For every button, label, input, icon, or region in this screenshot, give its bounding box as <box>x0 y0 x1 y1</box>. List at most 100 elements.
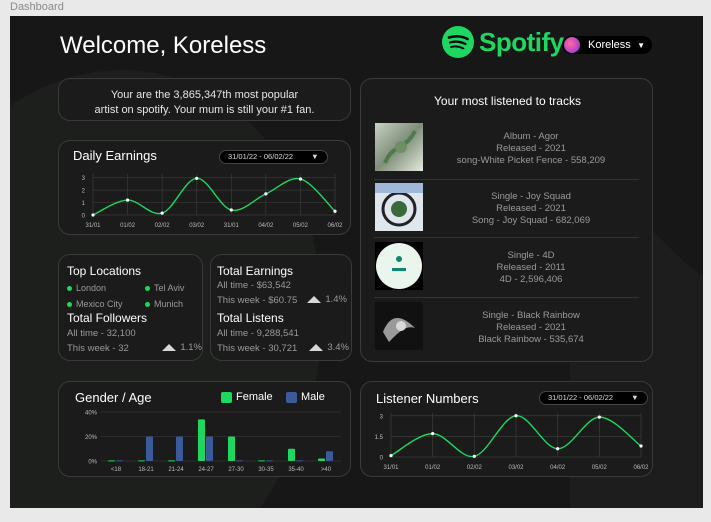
bar <box>296 460 303 462</box>
location-item: Mexico City <box>67 296 145 312</box>
x-tick-label: 31/01 <box>383 465 399 471</box>
x-tick-label: 01/02 <box>425 465 441 471</box>
frame-label: Dashboard <box>10 1 64 13</box>
x-tick-label: 04/02 <box>550 465 566 471</box>
track-line: Released - 2021 <box>496 203 566 214</box>
listener-numbers-card: Listener Numbers 31/01/22 - 06/02/22 ▼ 0… <box>360 381 653 477</box>
popularity-line-2: artist on spotify. Your mum is still you… <box>94 104 315 116</box>
listens-change-value: 3.4% <box>327 342 349 353</box>
earnings-listens-card: Total Earnings All time - $63,542 This w… <box>210 254 352 361</box>
track-line: Released - 2021 <box>496 322 566 333</box>
y-tick-label: 0% <box>88 460 97 466</box>
data-point <box>298 177 303 181</box>
y-tick-label: 3 <box>82 176 86 182</box>
total-listens-title: Total Listens <box>217 311 284 325</box>
track-line: 4D - 2,596,406 <box>499 274 563 285</box>
trend-up-icon <box>307 295 322 303</box>
location-dot-icon <box>145 286 150 292</box>
data-point <box>125 198 130 202</box>
bar <box>258 460 265 462</box>
trend-up-icon <box>162 343 177 351</box>
bar <box>198 419 205 461</box>
followers-all-time: All time - 32,100 <box>67 328 136 339</box>
bar <box>206 436 213 461</box>
location-label: Tel Aviv <box>154 283 185 293</box>
track-line: Single - 4D <box>507 250 555 261</box>
bar <box>146 436 153 461</box>
location-label: Mexico City <box>76 299 123 309</box>
earnings-change: 1.4% <box>307 294 347 305</box>
divider <box>374 297 639 298</box>
x-tick-label: 05/02 <box>293 223 309 229</box>
earnings-all-time: All time - $63,542 <box>217 280 291 291</box>
x-tick-label: 21-24 <box>168 467 184 473</box>
data-point <box>389 454 393 458</box>
data-point <box>160 211 164 215</box>
track-info-2[interactable]: Single - Joy Squad Released - 2021 Song … <box>401 191 661 227</box>
daily-earnings-card: Daily Earnings 31/01/22 - 06/02/22 ▼ 012… <box>58 140 351 235</box>
top-locations-title: Top Locations <box>67 264 142 278</box>
x-tick-label: 30-35 <box>258 467 274 473</box>
location-item: Munich <box>145 299 183 309</box>
x-tick-label: 02/02 <box>155 223 171 229</box>
x-tick-label: 31/01 <box>224 223 240 229</box>
user-name: Koreless <box>588 39 631 51</box>
data-point <box>514 414 518 418</box>
data-point <box>472 454 476 458</box>
spotify-logo: Spotify <box>442 26 564 58</box>
x-tick-label: <18 <box>111 467 122 473</box>
x-tick-label: 04/02 <box>258 223 274 229</box>
y-tick-label: 20% <box>85 435 98 441</box>
gender-age-chart: 0% 20% 40% <18 18-21 21-24 24-27 27-30 30-35 35-4… <box>85 411 341 473</box>
earnings-change-value: 1.4% <box>325 294 347 305</box>
bar <box>326 451 333 461</box>
y-tick-label: 1.5 <box>375 435 384 441</box>
user-menu-button[interactable]: Koreless ▼ <box>562 36 652 54</box>
listens-this-week: This week - 30,721 <box>217 343 298 354</box>
bar <box>116 460 123 462</box>
y-tick-label: 2 <box>82 189 86 195</box>
location-dot-icon <box>67 286 72 292</box>
bar <box>266 460 273 462</box>
track-info-3[interactable]: Single - 4D Released - 2011 4D - 2,596,4… <box>401 250 661 286</box>
popularity-card: Your are the 3,865,347th most popular ar… <box>58 78 351 121</box>
y-tick-label: 3 <box>380 414 384 420</box>
track-line: Single - Joy Squad <box>491 191 571 202</box>
x-tick-label: >40 <box>321 467 332 473</box>
tracks-card: Your most listened to tracks Album - Ago… <box>360 78 653 362</box>
x-tick-label: 06/02 <box>327 223 343 229</box>
track-info-1[interactable]: Album - Agor Released - 2021 song-White … <box>401 131 661 167</box>
x-tick-label: 01/02 <box>120 223 136 229</box>
data-point <box>597 415 601 419</box>
trend-up-icon <box>309 343 324 351</box>
bar <box>228 436 235 461</box>
bar <box>176 436 183 461</box>
location-dot-icon <box>67 302 72 308</box>
bar <box>168 460 175 462</box>
divider <box>374 179 639 180</box>
bar <box>318 458 325 461</box>
location-item: London <box>67 280 145 296</box>
data-point <box>229 208 233 212</box>
data-point <box>333 209 337 213</box>
track-line: Released - 2011 <box>496 262 566 273</box>
x-tick-label: 24-27 <box>198 467 214 473</box>
data-point <box>264 192 268 196</box>
total-followers-title: Total Followers <box>67 311 148 325</box>
y-tick-label: 0 <box>380 456 384 462</box>
bar <box>288 448 295 461</box>
spotify-icon <box>442 26 474 58</box>
listener-numbers-chart: 0 1.5 3 31/01 01/02 02/02 03/02 04/02 05/02 06/02 <box>375 413 649 471</box>
x-tick-label: 05/02 <box>592 465 608 471</box>
data-point <box>431 432 435 436</box>
earnings-this-week: This week - $60.75 <box>217 295 298 306</box>
x-tick-label: 02/02 <box>467 465 483 471</box>
track-line: Single - Black Rainbow <box>482 310 580 321</box>
location-dot-icon <box>145 302 150 308</box>
daily-earnings-chart: 0 1 2 3 31/01 01/02 02/02 03/02 31/01 04/02 05/02 0… <box>82 174 343 229</box>
locations-followers-card: Top Locations London Tel Aviv Mexico City… <box>58 254 203 361</box>
track-info-4[interactable]: Single - Black Rainbow Released - 2021 B… <box>401 310 661 346</box>
y-tick-label: 0 <box>82 214 86 220</box>
x-tick-label: 18-21 <box>138 467 154 473</box>
dashboard-canvas: Welcome, Koreless Spotify Koreless ▼ You… <box>10 16 703 508</box>
